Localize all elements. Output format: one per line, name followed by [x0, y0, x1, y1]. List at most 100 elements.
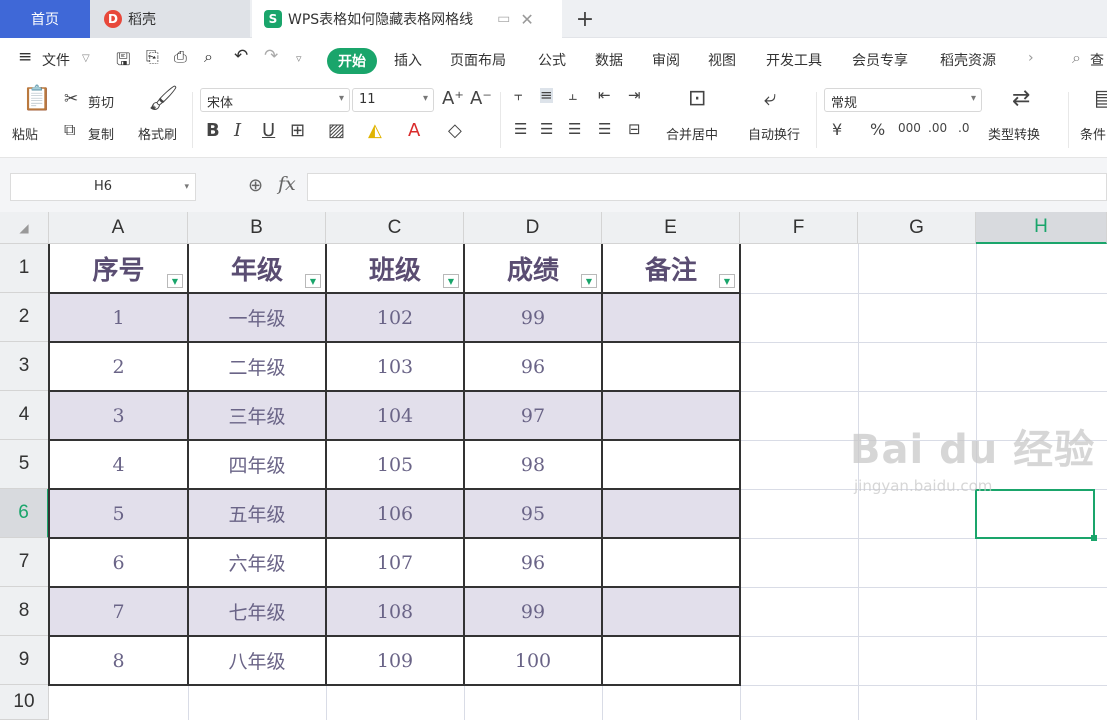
spreadsheet-grid[interactable]: ◢ A B C D E F G H 1 2 3 4 5 6 7 8 9 10 序号 ▼ 年级 ▼ 班级 ▼ 成绩 ▼ 备注 ▼ 1 一年级 1…: [0, 212, 1107, 720]
row-header-7[interactable]: 7: [0, 538, 49, 587]
undo-icon[interactable]: ↶: [234, 46, 248, 66]
tab-start[interactable]: 开始: [327, 48, 377, 74]
filter-dropdown-icon[interactable]: ▼: [581, 274, 597, 288]
copy-button[interactable]: 复制: [88, 124, 114, 143]
filter-dropdown-icon[interactable]: ▼: [719, 274, 735, 288]
column-header-a[interactable]: A: [49, 212, 188, 244]
column-header-e[interactable]: E: [602, 212, 740, 244]
distributed-icon[interactable]: ⊟: [628, 122, 641, 137]
row-header-9[interactable]: 9: [0, 636, 49, 685]
filter-dropdown-icon[interactable]: ▼: [167, 274, 183, 288]
table-cell[interactable]: [602, 587, 740, 636]
justify-icon[interactable]: ☰: [598, 122, 611, 137]
table-cell[interactable]: 104: [326, 391, 464, 440]
merge-center-button[interactable]: 合并居中: [666, 124, 718, 143]
table-cell[interactable]: 8: [49, 636, 188, 685]
table-cell[interactable]: 105: [326, 440, 464, 489]
align-left-icon[interactable]: ☰: [514, 122, 527, 137]
clear-format-icon[interactable]: ◇: [448, 122, 462, 140]
align-right-icon[interactable]: ☰: [568, 122, 581, 137]
row-header-10[interactable]: 10: [0, 685, 49, 720]
table-cell[interactable]: 三年级: [188, 391, 326, 440]
row-header-1[interactable]: 1: [0, 244, 49, 293]
pin-icon[interactable]: ▭: [497, 11, 510, 27]
paste-icon[interactable]: 📋: [22, 86, 52, 110]
table-cell[interactable]: 107: [326, 538, 464, 587]
thousands-icon[interactable]: 000: [898, 122, 921, 134]
column-header-d[interactable]: D: [464, 212, 602, 244]
table-cell[interactable]: 六年级: [188, 538, 326, 587]
table-cell[interactable]: 五年级: [188, 489, 326, 538]
table-cell[interactable]: [602, 391, 740, 440]
table-cell[interactable]: 5: [49, 489, 188, 538]
row-header-5[interactable]: 5: [0, 440, 49, 489]
save-icon[interactable]: 🖫: [116, 47, 130, 76]
customize-icon[interactable]: ▿: [296, 52, 302, 65]
decrease-font-icon[interactable]: A⁻: [470, 90, 492, 108]
row-header-8[interactable]: 8: [0, 587, 49, 636]
scissors-icon[interactable]: ✂: [64, 91, 78, 108]
menu-view[interactable]: 视图: [708, 50, 736, 70]
table-cell[interactable]: 3: [49, 391, 188, 440]
currency-icon[interactable]: ¥: [832, 122, 842, 138]
conditional-format-button[interactable]: 条件: [1080, 124, 1106, 143]
row-header-6[interactable]: 6: [0, 489, 49, 538]
wrap-text-icon[interactable]: ⤶: [764, 88, 776, 110]
percent-icon[interactable]: %: [870, 122, 885, 138]
fill-handle[interactable]: [1091, 535, 1097, 541]
table-cell[interactable]: 95: [464, 489, 602, 538]
table-cell[interactable]: 七年级: [188, 587, 326, 636]
increase-decimal-icon[interactable]: .00: [928, 122, 947, 134]
row-header-2[interactable]: 2: [0, 293, 49, 342]
table-cell[interactable]: 96: [464, 538, 602, 587]
table-cell[interactable]: 109: [326, 636, 464, 685]
conditional-format-icon[interactable]: ▤: [1094, 88, 1107, 110]
format-painter-button[interactable]: 格式刷: [138, 124, 177, 143]
fill-pattern-icon[interactable]: ▨: [328, 122, 345, 140]
tab-document[interactable]: S WPS表格如何隐藏表格网格线 ▭ ✕: [252, 0, 562, 38]
format-painter-icon[interactable]: 🖌: [148, 86, 178, 110]
tab-home[interactable]: 首页: [0, 0, 90, 38]
table-cell[interactable]: [602, 440, 740, 489]
table-cell[interactable]: 100: [464, 636, 602, 685]
table-cell[interactable]: [602, 538, 740, 587]
menu-data[interactable]: 数据: [595, 50, 623, 70]
row-header-3[interactable]: 3: [0, 342, 49, 391]
filter-dropdown-icon[interactable]: ▼: [443, 274, 459, 288]
table-cell[interactable]: 98: [464, 440, 602, 489]
table-cell[interactable]: 7: [49, 587, 188, 636]
align-top-icon[interactable]: ⫟: [514, 88, 523, 103]
merge-cells-icon[interactable]: ⊡: [688, 88, 706, 110]
column-header-g[interactable]: G: [858, 212, 976, 244]
formula-input[interactable]: [307, 173, 1107, 201]
type-convert-button[interactable]: 类型转换: [988, 124, 1040, 143]
align-bottom-icon[interactable]: ⫠: [568, 88, 577, 103]
new-tab-button[interactable]: +: [570, 0, 600, 38]
table-cell[interactable]: 一年级: [188, 293, 326, 342]
table-cell[interactable]: 6: [49, 538, 188, 587]
copy-icon[interactable]: ⧉: [64, 122, 75, 138]
menu-overflow[interactable]: ›: [1028, 50, 1034, 66]
column-header-h[interactable]: H: [976, 212, 1107, 244]
indent-increase-icon[interactable]: ⇥: [628, 88, 641, 103]
table-cell[interactable]: [602, 293, 740, 342]
menu-daoke-resources[interactable]: 稻壳资源: [940, 50, 996, 70]
table-cell[interactable]: 1: [49, 293, 188, 342]
file-menu[interactable]: 文件: [42, 50, 70, 70]
redo-icon[interactable]: ↷: [264, 46, 278, 66]
search-icon[interactable]: ⌕: [1072, 48, 1081, 68]
table-cell[interactable]: 二年级: [188, 342, 326, 391]
table-cell[interactable]: 八年级: [188, 636, 326, 685]
type-convert-icon[interactable]: ⇄: [1012, 88, 1030, 110]
font-color-icon[interactable]: A: [408, 122, 420, 140]
export-icon[interactable]: ⎘: [146, 47, 159, 67]
number-format-select[interactable]: 常规 ▾: [824, 88, 982, 112]
align-center-icon[interactable]: ☰: [540, 122, 553, 137]
menu-insert[interactable]: 插入: [394, 50, 422, 70]
menu-page-layout[interactable]: 页面布局: [450, 50, 506, 70]
italic-icon[interactable]: I: [234, 122, 241, 140]
table-cell[interactable]: 2: [49, 342, 188, 391]
table-cell[interactable]: 4: [49, 440, 188, 489]
table-cell[interactable]: [602, 489, 740, 538]
table-cell[interactable]: [602, 342, 740, 391]
